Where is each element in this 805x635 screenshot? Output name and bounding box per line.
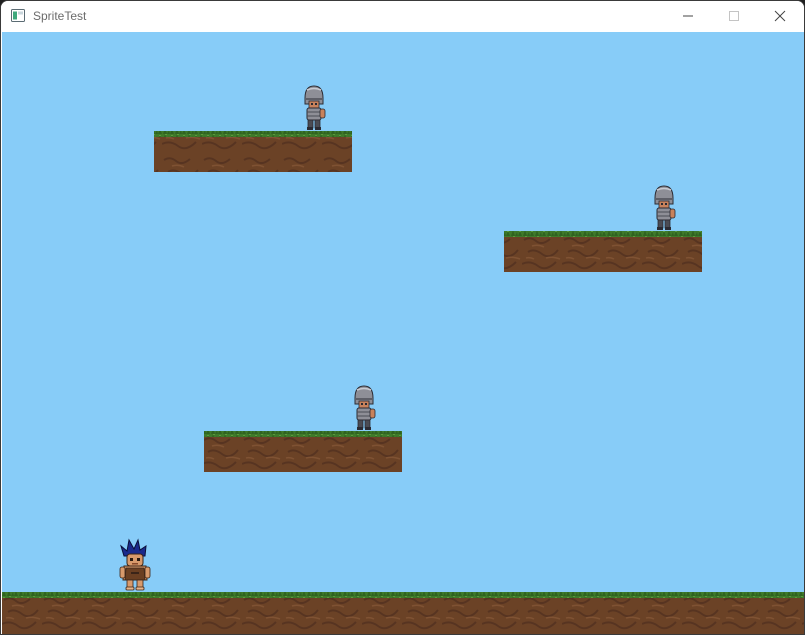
window-app-icon — [11, 9, 25, 22]
platform — [504, 231, 702, 272]
window-title: SpriteTest — [33, 9, 87, 23]
platform — [154, 131, 352, 172]
title-bar[interactable]: SpriteTest — [1, 1, 804, 31]
game-window: SpriteTest — [0, 0, 805, 635]
maximize-button[interactable] — [711, 1, 757, 31]
game-canvas[interactable] — [2, 32, 804, 634]
ground — [2, 592, 804, 634]
minimize-icon — [683, 15, 693, 17]
close-button[interactable] — [757, 1, 803, 31]
close-icon — [774, 10, 786, 22]
platform — [204, 431, 402, 472]
sky-background — [2, 32, 804, 634]
minimize-button[interactable] — [665, 1, 711, 31]
maximize-icon — [729, 11, 739, 21]
